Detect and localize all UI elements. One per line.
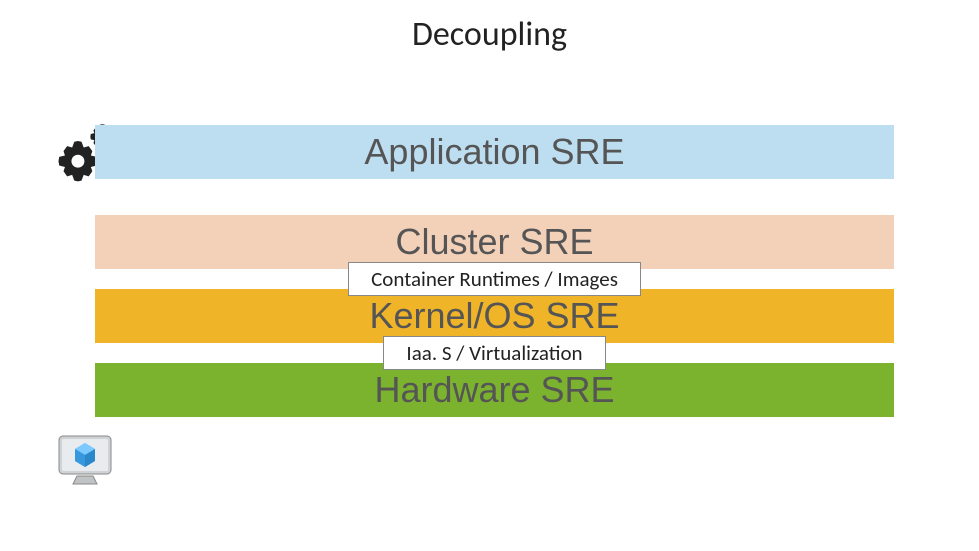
monitor-cube-icon <box>55 432 115 488</box>
interface-label: Container Runtimes / Images <box>348 262 641 296</box>
layer-label: Kernel/OS SRE <box>369 295 619 337</box>
layer-application-sre: Application SRE <box>95 125 894 179</box>
interface-iaas-virtualization: Iaa. S / Virtualization <box>95 335 894 371</box>
interface-container-runtimes: Container Runtimes / Images <box>95 261 894 297</box>
page-title: Decoupling <box>0 0 979 75</box>
layer-label: Hardware SRE <box>374 369 614 411</box>
layer-stack: Application SRE Cluster SRE Container Ru… <box>95 125 894 417</box>
interface-label: Iaa. S / Virtualization <box>383 336 605 370</box>
layer-label: Cluster SRE <box>395 221 593 263</box>
layer-label: Application SRE <box>364 131 624 173</box>
layer-hardware-sre: Hardware SRE <box>95 363 894 417</box>
